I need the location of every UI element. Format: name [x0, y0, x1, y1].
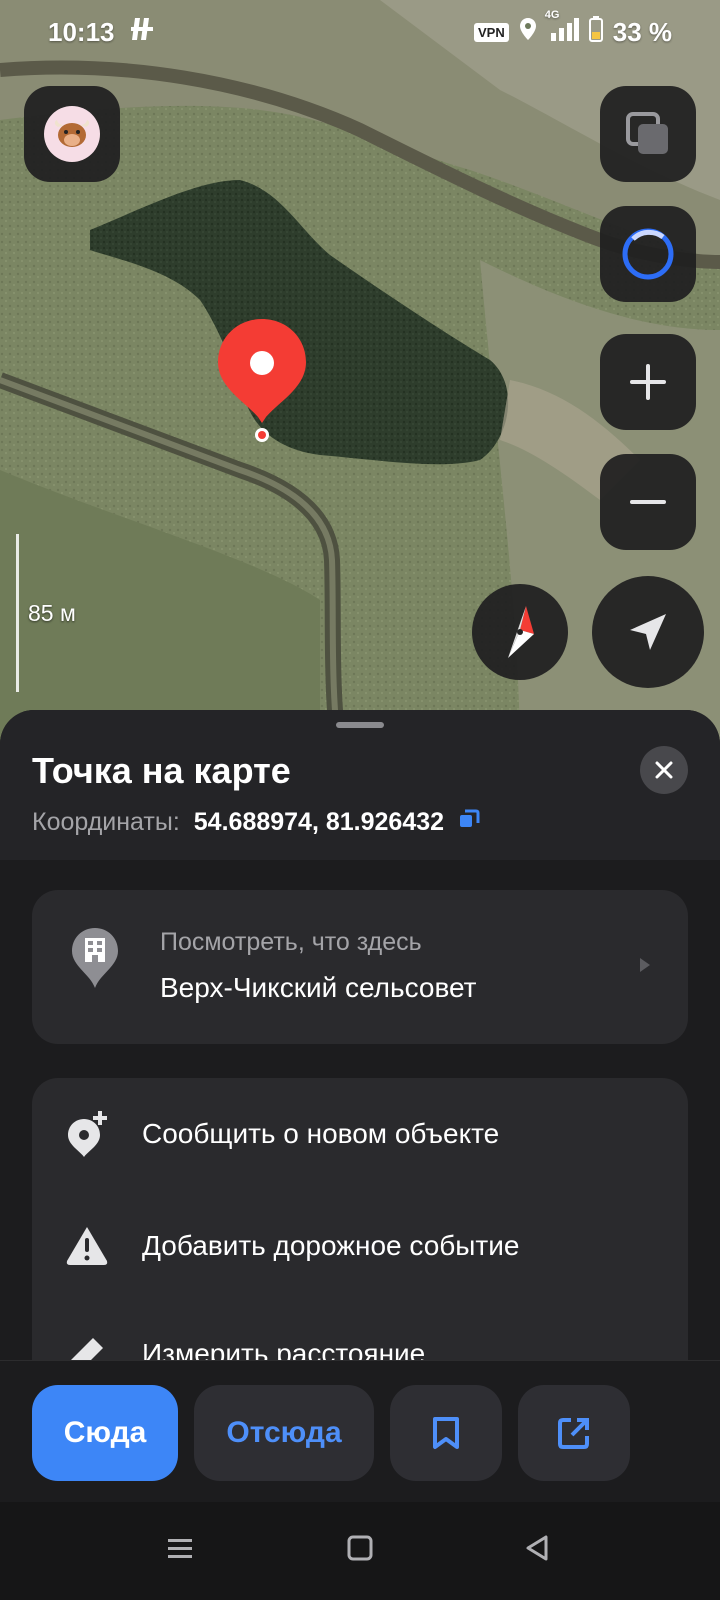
zoom-in-button[interactable] — [600, 334, 696, 430]
building-icon — [70, 926, 120, 995]
avatar — [44, 106, 100, 162]
chevron-right-icon — [638, 956, 652, 979]
sheet-drag-handle[interactable] — [336, 722, 384, 728]
profile-button[interactable] — [24, 86, 120, 182]
sheet-header: Точка на карте Координаты: 54.688974, 81… — [0, 710, 720, 860]
yak-icon — [54, 120, 90, 147]
route-here-button[interactable]: Сюда — [32, 1385, 178, 1481]
home-button[interactable] — [346, 1534, 374, 1567]
zoom-out-button[interactable] — [600, 454, 696, 550]
location-icon — [519, 17, 537, 48]
route-from-button[interactable]: Отсюда — [194, 1385, 374, 1481]
bookmark-button[interactable] — [390, 1385, 502, 1481]
scale-label: 85 м — [28, 600, 76, 626]
compass-icon — [508, 606, 534, 658]
action-label: Сообщить о новом объекте — [142, 1118, 500, 1149]
vpn-badge: VPN — [474, 22, 509, 42]
scale-bar — [16, 534, 19, 692]
share-icon — [558, 1418, 589, 1449]
battery-percent: 33 % — [612, 16, 672, 47]
close-button[interactable] — [640, 746, 688, 794]
system-nav-bar — [0, 1502, 720, 1600]
action-report-object[interactable]: Сообщить о новом объекте — [32, 1094, 688, 1174]
recents-button[interactable] — [166, 1534, 194, 1567]
place-sheet: Точка на карте Координаты: 54.688974, 81… — [0, 710, 720, 1360]
coordinates-value[interactable]: 54.688974, 81.926432 — [194, 808, 444, 837]
back-button[interactable] — [524, 1534, 552, 1567]
map-point-pin[interactable] — [214, 315, 310, 450]
action-measure-distance[interactable]: Измерить расстояние — [32, 1314, 688, 1360]
status-bar: 10:13 VPN 4G 33 % — [0, 0, 720, 64]
menu-icon — [168, 1539, 192, 1558]
network-type: 4G — [544, 8, 560, 21]
signal-icon: 4G — [545, 9, 579, 48]
close-icon — [655, 761, 673, 779]
add-place-icon — [32, 1111, 142, 1157]
minus-icon — [630, 500, 666, 504]
plus-icon — [630, 364, 666, 400]
coordinates-row: Координаты: 54.688974, 81.926432 — [32, 808, 480, 837]
whats-here-card[interactable]: Посмотреть, что здесь Верх-Чикский сельс… — [32, 890, 688, 1044]
alice-icon — [622, 228, 674, 280]
copy-icon[interactable] — [458, 808, 480, 837]
bookmark-icon — [433, 1417, 459, 1449]
app-notification-icon — [129, 16, 155, 49]
my-location-button[interactable] — [592, 576, 704, 688]
action-label: Добавить дорожное событие — [142, 1230, 520, 1261]
coordinates-label: Координаты: — [32, 808, 180, 836]
square-icon — [347, 1535, 373, 1561]
actions-card: Сообщить о новом объекте Добавить дорожн… — [32, 1078, 688, 1360]
whats-here-title: Верх-Чикский сельсовет — [160, 972, 477, 1003]
route-action-bar: Сюда Отсюда — [0, 1360, 720, 1503]
map-view[interactable]: 10:13 VPN 4G 33 % 85 м — [0, 0, 720, 760]
back-triangle-icon — [526, 1535, 548, 1561]
sheet-title: Точка на карте — [32, 750, 291, 791]
navigation-arrow-icon — [630, 614, 666, 650]
action-road-event[interactable]: Добавить дорожное событие — [32, 1206, 688, 1286]
battery-icon — [588, 15, 603, 49]
layers-button[interactable] — [600, 86, 696, 182]
status-time: 10:13 — [48, 16, 115, 47]
share-button[interactable] — [518, 1385, 630, 1481]
warning-icon — [32, 1225, 142, 1267]
layers-icon — [626, 112, 668, 154]
whats-here-subtitle: Посмотреть, что здесь — [160, 928, 422, 956]
compass-button[interactable] — [472, 584, 568, 680]
alice-assistant-button[interactable] — [600, 206, 696, 302]
ruler-icon — [32, 1334, 142, 1360]
location-pin-icon — [218, 319, 306, 442]
action-label: Измерить расстояние — [142, 1338, 426, 1360]
